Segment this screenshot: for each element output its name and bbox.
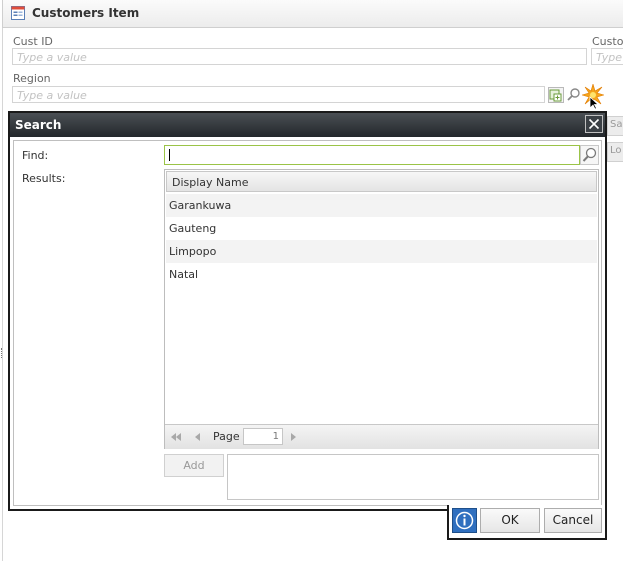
close-button[interactable] (585, 115, 603, 133)
form-title: Customers Item (32, 6, 140, 20)
find-input[interactable] (164, 145, 580, 165)
info-icon (455, 511, 474, 530)
column-header-label: Display Name (172, 176, 249, 189)
find-search-button[interactable] (580, 145, 599, 165)
list-item[interactable]: Gauteng (166, 217, 597, 240)
text-caret (169, 149, 170, 161)
column-header-display-name[interactable]: Display Name (166, 171, 597, 192)
list-item-label: Garankuwa (169, 199, 232, 212)
list-item-label: Gauteng (169, 222, 217, 235)
ok-button[interactable]: OK (480, 508, 540, 533)
form-icon (11, 6, 25, 20)
find-label: Find: (22, 149, 49, 162)
lookup-button[interactable] (548, 87, 564, 103)
add-button[interactable]: Add (164, 454, 224, 477)
results-grid: Display Name Garankuwa Gauteng Limpopo N… (164, 169, 599, 449)
list-item[interactable]: Limpopo (166, 240, 597, 263)
search-lookup-button[interactable] (566, 87, 582, 103)
next-page-icon[interactable] (286, 430, 300, 444)
add-text-area[interactable] (227, 454, 599, 500)
search-icon (567, 88, 580, 101)
info-button[interactable] (452, 508, 477, 533)
cust-id-label: Cust ID (13, 35, 53, 48)
cancel-button[interactable]: Cancel (544, 508, 602, 533)
dialog-title: Search (15, 118, 62, 132)
close-icon (588, 118, 600, 130)
background-field-edge: Sa (607, 116, 623, 136)
prev-page-icon[interactable] (191, 430, 205, 444)
cust-id-field[interactable]: Type a value (12, 48, 587, 65)
dialog-header[interactable]: Search (10, 113, 605, 137)
pager: Page 1 (165, 424, 598, 449)
region-field[interactable]: Type a value (12, 86, 545, 103)
list-item[interactable]: Garankuwa (166, 194, 597, 217)
list-item-label: Limpopo (169, 245, 217, 258)
results-label: Results: (22, 172, 66, 185)
region-label: Region (13, 72, 51, 85)
list-item-label: Natal (169, 268, 199, 281)
first-page-icon[interactable] (169, 430, 183, 444)
page-label: Page (213, 430, 240, 443)
background-edge-text: Lo (610, 145, 622, 156)
cursor-icon (589, 96, 599, 110)
search-icon (582, 147, 597, 162)
background-field-edge: Lo (607, 142, 623, 162)
form-title-bar: Customers Item (2, 0, 623, 28)
resize-handle[interactable] (1, 348, 4, 358)
lookup-icon (549, 89, 562, 102)
page-number-input[interactable]: 1 (243, 428, 283, 445)
background-edge-text: Sa (610, 119, 623, 130)
customer-label-partial: Custo (592, 35, 623, 48)
customer-field-partial[interactable]: Type (591, 48, 623, 65)
list-item[interactable]: Natal (166, 263, 597, 286)
